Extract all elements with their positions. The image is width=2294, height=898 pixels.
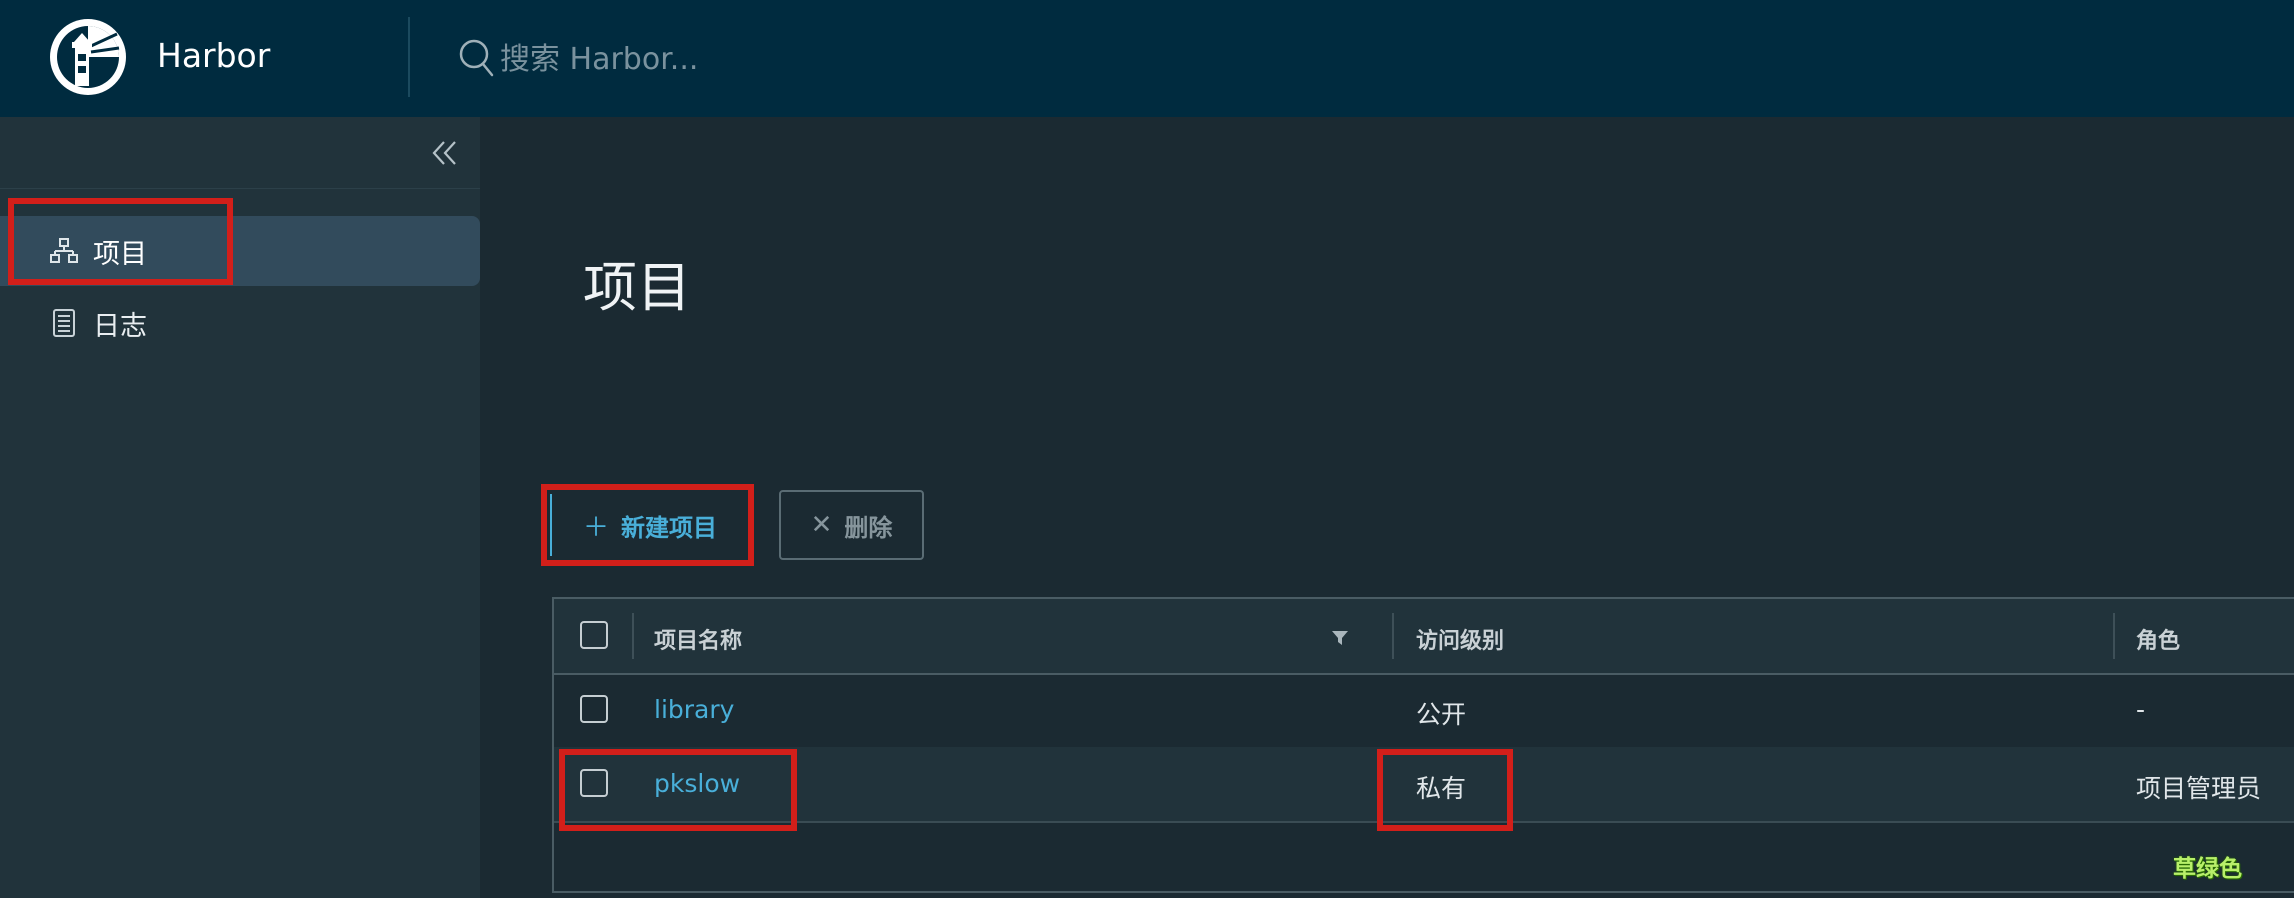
app-header: Harbor: [0, 0, 2294, 117]
projects-table: 项目名称 访问级别 角色 library 公开 - pkslow 私有 项目管理…: [552, 597, 2294, 893]
collapse-sidebar-icon[interactable]: [428, 138, 460, 168]
search-input[interactable]: [498, 34, 1302, 84]
watermark: 草绿色: [2173, 856, 2242, 882]
sidebar-item-label: 日志: [93, 310, 147, 342]
column-separator[interactable]: [632, 613, 634, 659]
table-row: library 公开 -: [554, 673, 2294, 749]
app-title[interactable]: Harbor: [157, 36, 270, 75]
select-all-checkbox[interactable]: [580, 621, 608, 649]
role: 项目管理员: [2136, 774, 2262, 803]
close-icon: ✕: [810, 510, 833, 540]
delete-label: 删除: [844, 513, 893, 542]
row-checkbox[interactable]: [580, 695, 608, 723]
highlight-box: [559, 749, 797, 831]
highlight-box: [8, 198, 233, 285]
role: -: [2136, 695, 2146, 724]
column-header-access[interactable]: 访问级别: [1416, 623, 1504, 655]
header-divider: [408, 17, 410, 97]
column-separator[interactable]: [1392, 613, 1394, 659]
project-name-link[interactable]: library: [654, 695, 734, 724]
highlight-box: [1377, 749, 1513, 831]
search-icon[interactable]: [458, 38, 494, 78]
page-title: 项目: [583, 256, 691, 319]
delete-button[interactable]: ✕ 删除: [779, 490, 924, 560]
sidebar-item-logs[interactable]: 日志: [0, 288, 480, 358]
filter-icon[interactable]: [1330, 629, 1350, 647]
logs-icon: [53, 309, 75, 337]
harbor-logo-icon[interactable]: [47, 16, 129, 98]
highlight-box: [541, 484, 754, 566]
column-header-name[interactable]: 项目名称: [654, 623, 742, 655]
table-header: 项目名称 访问级别 角色: [554, 599, 2294, 675]
column-separator[interactable]: [2113, 613, 2115, 659]
sidebar-separator: [0, 188, 480, 189]
column-header-role[interactable]: 角色: [2136, 623, 2180, 655]
access-level: 公开: [1416, 700, 1467, 729]
